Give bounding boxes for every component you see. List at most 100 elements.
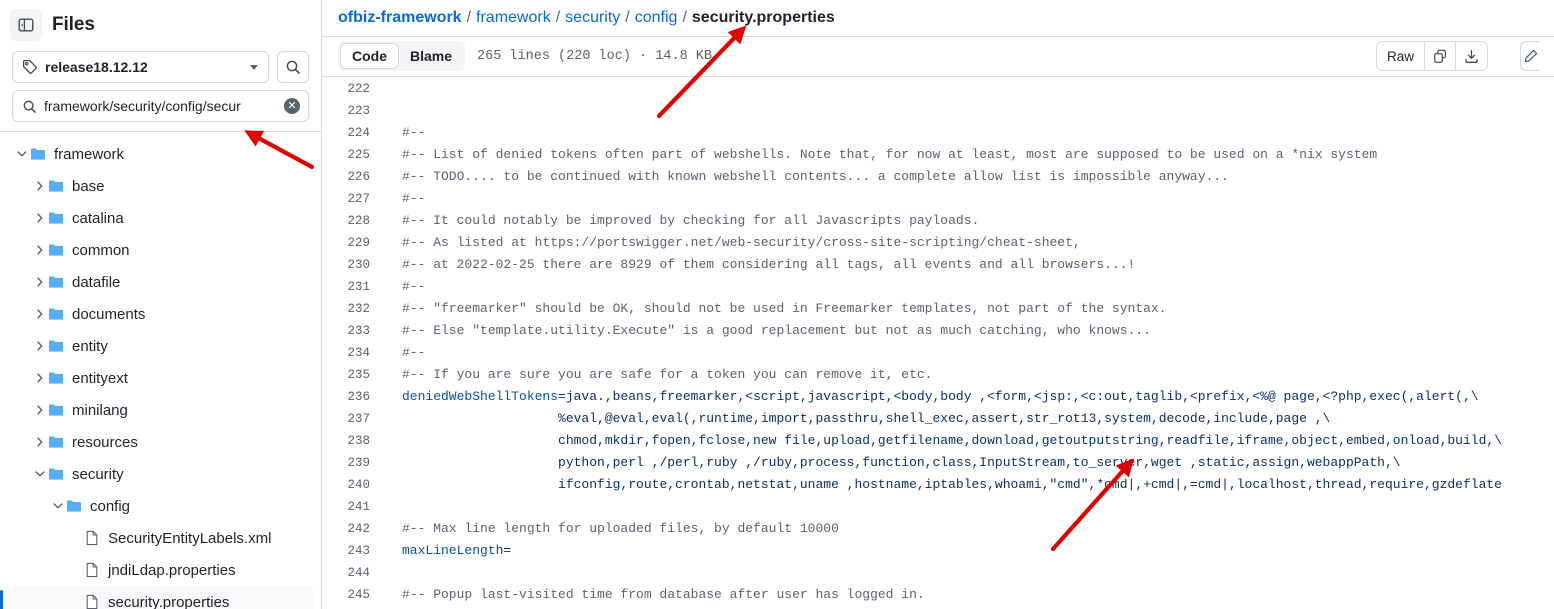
- code-line: 245 #-- Popup last-visited time from data…: [322, 584, 1522, 606]
- chevron-right-icon[interactable]: [32, 180, 48, 192]
- tree-item-documents[interactable]: documents: [8, 298, 313, 330]
- line-content[interactable]: #-- If you are sure you are safe for a t…: [384, 364, 1522, 386]
- line-number[interactable]: 228: [322, 210, 384, 232]
- line-number[interactable]: 243: [322, 540, 384, 562]
- line-content[interactable]: #-- TODO.... to be continued with known …: [384, 166, 1522, 188]
- chevron-right-icon[interactable]: [32, 244, 48, 256]
- line-content[interactable]: #-- at 2022-02-25 there are 8929 of them…: [384, 254, 1522, 276]
- chevron-right-icon[interactable]: [32, 436, 48, 448]
- line-number[interactable]: 241: [322, 496, 384, 518]
- line-content[interactable]: #--: [384, 276, 1522, 298]
- chevron-down-icon[interactable]: [50, 500, 66, 512]
- tree-item-label: framework: [54, 145, 125, 163]
- line-number[interactable]: 242: [322, 518, 384, 540]
- line-number[interactable]: 245: [322, 584, 384, 606]
- raw-button[interactable]: Raw: [1376, 42, 1425, 71]
- branch-tag-picker[interactable]: release18.12.12: [12, 51, 269, 84]
- tree-item-minilang[interactable]: minilang: [8, 394, 313, 426]
- line-content[interactable]: [384, 496, 1522, 518]
- line-content[interactable]: #-- "freemarker" should be OK, should no…: [384, 298, 1522, 320]
- tree-item-datafile[interactable]: datafile: [8, 266, 313, 298]
- sidebar-search-button[interactable]: [277, 51, 309, 84]
- tree-item-entity[interactable]: entity: [8, 330, 313, 362]
- line-number[interactable]: 233: [322, 320, 384, 342]
- line-number[interactable]: 229: [322, 232, 384, 254]
- copy-icon[interactable]: [1425, 42, 1456, 71]
- line-number[interactable]: 239: [322, 452, 384, 474]
- tree-item-entityext[interactable]: entityext: [8, 362, 313, 394]
- line-number[interactable]: 236: [322, 386, 384, 408]
- line-content[interactable]: deniedWebShellTokens=java.,beans,freemar…: [384, 386, 1522, 408]
- clear-filter-icon[interactable]: ✕: [284, 98, 300, 115]
- line-content[interactable]: maxLineLength=: [384, 540, 1522, 562]
- line-content[interactable]: #--: [384, 122, 1522, 144]
- line-number[interactable]: 230: [322, 254, 384, 276]
- tree-item-label: entity: [72, 337, 108, 355]
- line-number[interactable]: 232: [322, 298, 384, 320]
- line-number[interactable]: 224: [322, 122, 384, 144]
- chevron-right-icon[interactable]: [32, 212, 48, 224]
- tree-item-security-properties[interactable]: security.properties: [0, 586, 313, 609]
- chevron-right-icon[interactable]: [32, 276, 48, 288]
- code-viewer[interactable]: 222 223 224 #-- 225 #-- List of denied toke…: [322, 77, 1554, 609]
- tree-item-base[interactable]: base: [8, 170, 313, 202]
- sidebar-header: Files: [0, 0, 321, 47]
- code-token-comment: #-- Popup last-visited time from databas…: [402, 587, 925, 603]
- tree-item-security[interactable]: security: [8, 458, 313, 490]
- line-content[interactable]: #--: [384, 342, 1522, 364]
- line-content[interactable]: #-- Popup last-visited time from databas…: [384, 584, 1522, 606]
- file-filter-row: framework/security/config/secur ✕: [0, 83, 321, 131]
- tree-item-config[interactable]: config: [8, 490, 313, 522]
- chevron-right-icon[interactable]: [32, 404, 48, 416]
- line-content[interactable]: ifconfig,route,crontab,netstat,uname ,ho…: [384, 474, 1522, 496]
- line-number[interactable]: 226: [322, 166, 384, 188]
- line-content[interactable]: %eval,@eval,eval(,runtime,import,passthr…: [384, 408, 1522, 430]
- tab-code[interactable]: Code: [340, 43, 399, 70]
- line-number[interactable]: 238: [322, 430, 384, 452]
- line-number[interactable]: 237: [322, 408, 384, 430]
- tab-blame[interactable]: Blame: [399, 43, 463, 69]
- line-number[interactable]: 227: [322, 188, 384, 210]
- chevron-right-icon[interactable]: [32, 340, 48, 352]
- line-content[interactable]: #-- Else "template.utility.Execute" is a…: [384, 320, 1522, 342]
- line-number[interactable]: 223: [322, 100, 384, 122]
- tree-item-resources[interactable]: resources: [8, 426, 313, 458]
- sidebar-toggle-icon[interactable]: [10, 8, 42, 41]
- line-content[interactable]: #--: [384, 188, 1522, 210]
- line-content[interactable]: #-- It could notably be improved by chec…: [384, 210, 1522, 232]
- line-content[interactable]: [384, 78, 1522, 100]
- line-number[interactable]: 244: [322, 562, 384, 584]
- line-content[interactable]: chmod,mkdir,fopen,fclose,new file,upload…: [384, 430, 1522, 452]
- breadcrumb-link-config[interactable]: config: [635, 9, 678, 27]
- breadcrumb-link-ofbiz-framework[interactable]: ofbiz-framework: [338, 9, 462, 27]
- line-content[interactable]: #-- As listed at https://portswigger.net…: [384, 232, 1522, 254]
- line-number[interactable]: 235: [322, 364, 384, 386]
- tree-item-common[interactable]: common: [8, 234, 313, 266]
- line-number[interactable]: 225: [322, 144, 384, 166]
- chevron-right-icon[interactable]: [32, 372, 48, 384]
- edit-file-button[interactable]: [1520, 41, 1540, 72]
- line-number[interactable]: 240: [322, 474, 384, 496]
- download-icon[interactable]: [1456, 42, 1487, 71]
- chevron-down-icon[interactable]: [32, 468, 48, 480]
- line-number[interactable]: 234: [322, 342, 384, 364]
- breadcrumb-link-security[interactable]: security: [565, 9, 620, 27]
- folder-icon: [48, 466, 64, 482]
- file-filter-box[interactable]: framework/security/config/secur ✕: [12, 90, 309, 123]
- line-content[interactable]: [384, 100, 1522, 122]
- chevron-right-icon[interactable]: [32, 308, 48, 320]
- tree-item-jndildap-properties[interactable]: jndiLdap.properties: [8, 554, 313, 586]
- chevron-down-icon[interactable]: [14, 148, 30, 160]
- breadcrumb-link-framework[interactable]: framework: [476, 9, 551, 27]
- file-filter-input[interactable]: framework/security/config/secur: [44, 98, 277, 114]
- line-number[interactable]: 231: [322, 276, 384, 298]
- line-content[interactable]: [384, 562, 1522, 584]
- line-number[interactable]: 222: [322, 78, 384, 100]
- tree-item-catalina[interactable]: catalina: [8, 202, 313, 234]
- file-toolbar: Code Blame 265 lines (220 loc) · 14.8 KB…: [322, 37, 1554, 78]
- tree-item-securityentitylabels-xml[interactable]: SecurityEntityLabels.xml: [8, 522, 313, 554]
- line-content[interactable]: python,perl ,/perl,ruby ,/ruby,process,f…: [384, 452, 1522, 474]
- line-content[interactable]: #-- Max line length for uploaded files, …: [384, 518, 1522, 540]
- tree-item-framework[interactable]: framework: [8, 138, 313, 170]
- line-content[interactable]: #-- List of denied tokens often part of …: [384, 144, 1522, 166]
